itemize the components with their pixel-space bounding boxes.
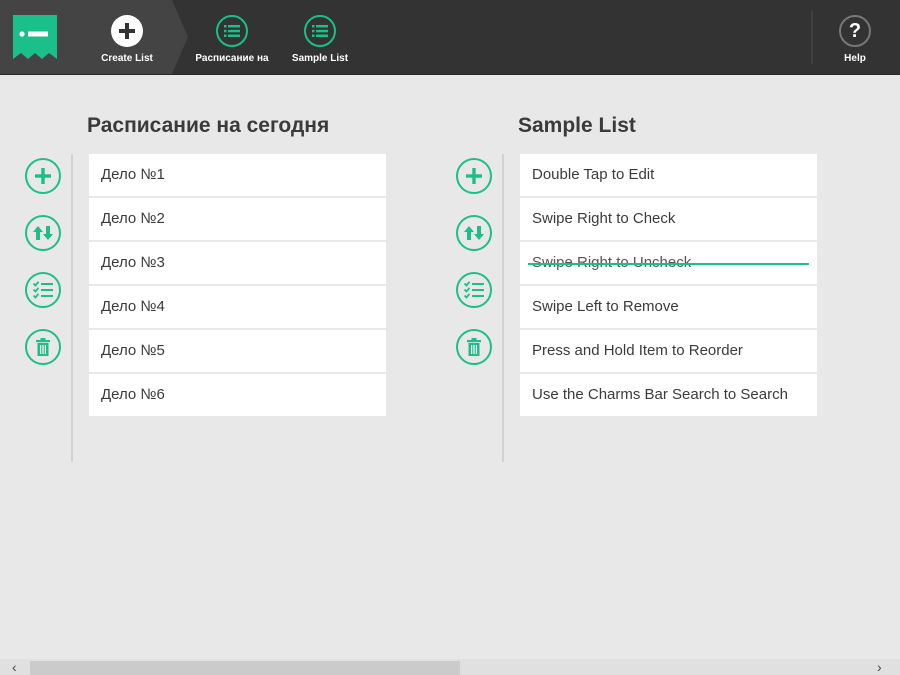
add-item-button[interactable] bbox=[456, 158, 492, 194]
list-item[interactable]: Double Tap to Edit bbox=[520, 154, 817, 196]
trash-icon bbox=[36, 338, 50, 356]
app-bar-divider bbox=[811, 10, 813, 64]
plus-icon bbox=[111, 15, 143, 47]
sort-button[interactable] bbox=[25, 215, 61, 251]
sort-button[interactable] bbox=[456, 215, 492, 251]
list-tag-icon bbox=[13, 15, 57, 59]
check-all-button[interactable] bbox=[25, 272, 61, 308]
task-list-sample: Double Tap to Edit Swipe Right to Check … bbox=[520, 154, 817, 418]
tab-sample-list-label: Sample List bbox=[291, 53, 349, 64]
list-title-sample: Sample List bbox=[518, 114, 636, 137]
list-item[interactable]: Дело №3 bbox=[89, 242, 386, 284]
list-item[interactable]: Press and Hold Item to Reorder bbox=[520, 330, 817, 372]
help-label: Help bbox=[844, 53, 866, 64]
list-title-schedule: Расписание на сегодня bbox=[87, 114, 330, 137]
list-item[interactable]: Дело №5 bbox=[89, 330, 386, 372]
list-item[interactable]: Дело №6 bbox=[89, 374, 386, 416]
list-icon bbox=[304, 15, 336, 47]
scroll-right-icon[interactable]: › bbox=[877, 659, 882, 675]
help-button[interactable]: ? Help bbox=[834, 0, 876, 74]
add-icon bbox=[35, 168, 51, 184]
create-list-button[interactable]: Create List bbox=[96, 0, 158, 74]
tab-schedule[interactable]: Расписание на bbox=[193, 0, 271, 74]
delete-button[interactable] bbox=[456, 329, 492, 365]
list-item[interactable]: Дело №2 bbox=[89, 198, 386, 240]
question-icon: ? bbox=[839, 15, 871, 47]
list-item[interactable]: Дело №1 bbox=[89, 154, 386, 196]
scrollbar-thumb[interactable] bbox=[30, 661, 460, 675]
toolbar-divider bbox=[502, 154, 504, 462]
horizontal-scrollbar[interactable]: ‹ › bbox=[0, 659, 900, 675]
toolbar-divider bbox=[71, 154, 73, 462]
list-item-checked[interactable]: Swipe Right to Uncheck bbox=[520, 242, 817, 284]
list-item[interactable]: Swipe Left to Remove bbox=[520, 286, 817, 328]
trash-icon bbox=[467, 338, 481, 356]
list-icon bbox=[216, 15, 248, 47]
create-list-label: Create List bbox=[101, 53, 153, 64]
sort-icon bbox=[464, 226, 484, 240]
list-item[interactable]: Дело №4 bbox=[89, 286, 386, 328]
list-item[interactable]: Use the Charms Bar Search to Search bbox=[520, 374, 817, 416]
tab-sample-list[interactable]: Sample List bbox=[289, 0, 351, 74]
checklist-icon bbox=[33, 281, 53, 299]
add-item-button[interactable] bbox=[25, 158, 61, 194]
add-icon bbox=[466, 168, 482, 184]
list-item[interactable]: Swipe Right to Check bbox=[520, 198, 817, 240]
strikethrough-line bbox=[528, 263, 809, 265]
tab-schedule-label: Расписание на bbox=[195, 53, 269, 64]
check-all-button[interactable] bbox=[456, 272, 492, 308]
app-bar: Create List Расписание на Sample List ? … bbox=[0, 0, 900, 75]
checklist-icon bbox=[464, 281, 484, 299]
app-bar-arrow bbox=[172, 0, 188, 74]
delete-button[interactable] bbox=[25, 329, 61, 365]
sort-icon bbox=[33, 226, 53, 240]
scroll-left-icon[interactable]: ‹ bbox=[12, 659, 17, 675]
task-list-schedule: Дело №1 Дело №2 Дело №3 Дело №4 Дело №5 … bbox=[89, 154, 386, 418]
